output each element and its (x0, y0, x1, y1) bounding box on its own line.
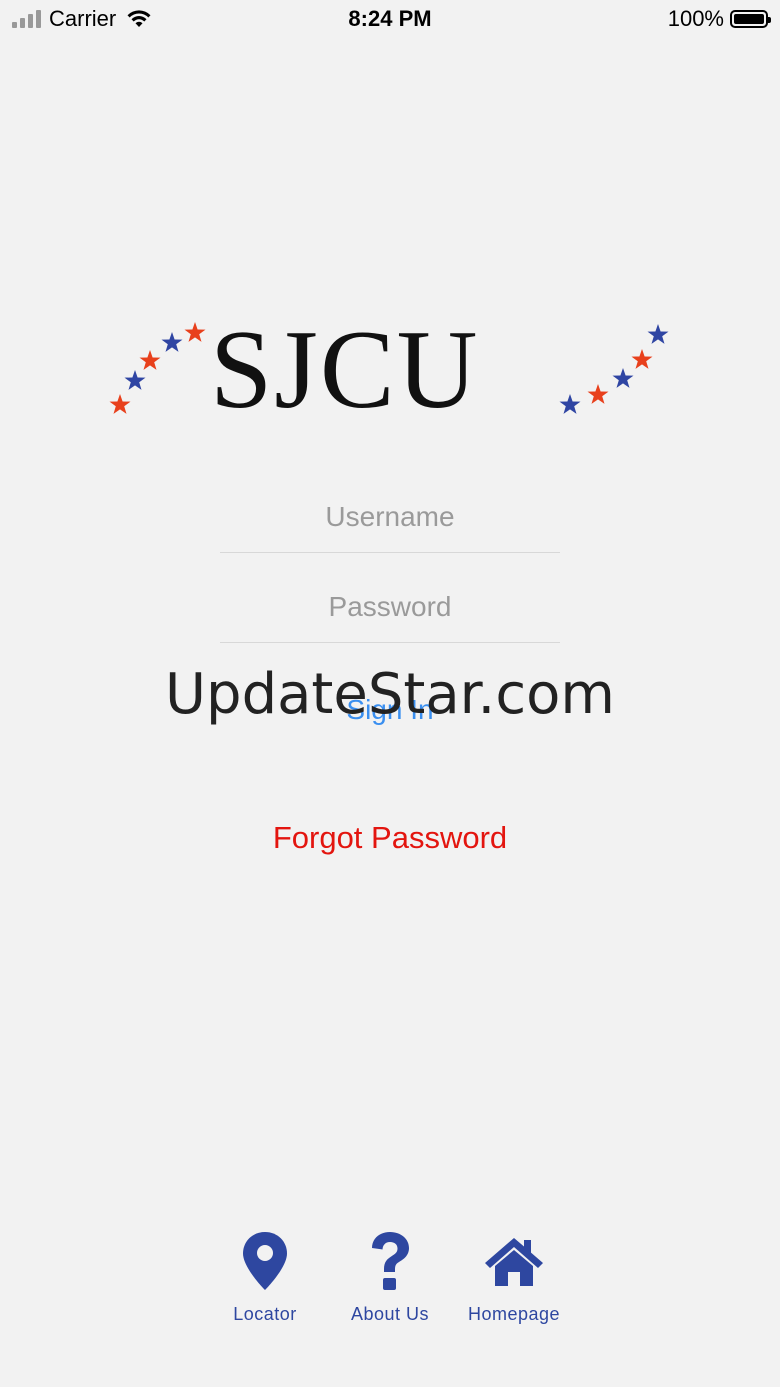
map-pin-icon (243, 1232, 287, 1290)
nav-locator[interactable]: Locator (205, 1230, 325, 1325)
nav-homepage[interactable]: Homepage (454, 1230, 574, 1325)
logo-text: SJCU (210, 308, 480, 432)
password-field[interactable] (220, 572, 560, 643)
login-screen: Carrier 8:24 PM 100% SJCU Username Sign … (0, 0, 780, 1387)
question-mark-icon (372, 1232, 409, 1290)
sjcu-logo: SJCU (105, 308, 675, 432)
battery-icon (730, 10, 771, 28)
status-bar: Carrier 8:24 PM 100% (0, 0, 780, 40)
battery-percent: 100% (667, 6, 724, 31)
nav-locator-label: Locator (233, 1304, 297, 1324)
status-right: 100% (667, 6, 771, 32)
status-time: 8:24 PM (348, 6, 432, 31)
forgot-password-button[interactable]: Forgot Password (240, 815, 540, 860)
nav-about-us[interactable]: About Us (330, 1230, 450, 1325)
home-icon (485, 1238, 543, 1286)
sign-in-button[interactable]: Sign In (290, 685, 490, 735)
nav-homepage-label: Homepage (467, 1304, 561, 1324)
username-field[interactable] (220, 482, 560, 553)
nav-about-label: About Us (350, 1304, 430, 1324)
